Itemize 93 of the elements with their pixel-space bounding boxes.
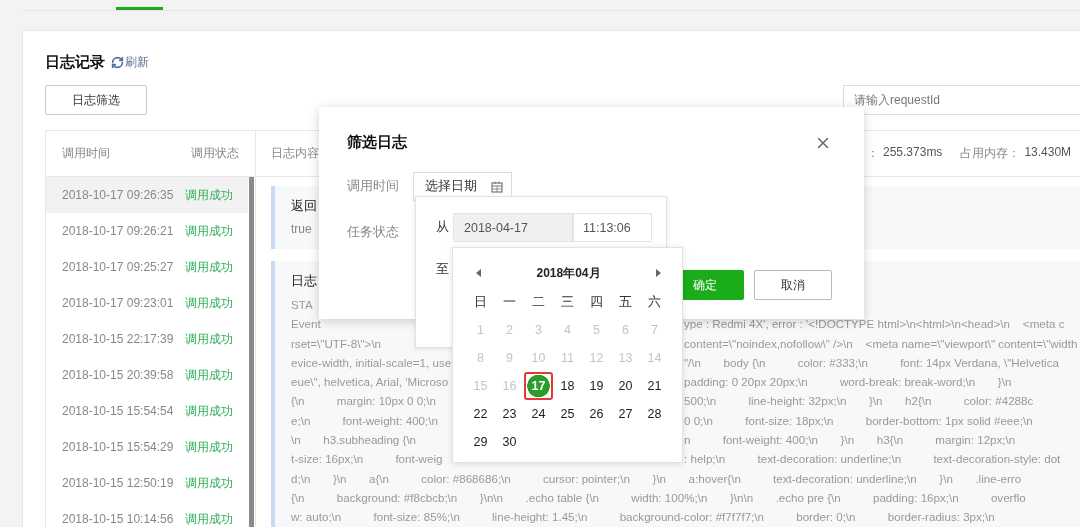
weekday-label: 六	[647, 293, 662, 311]
calendar-day[interactable]: 28	[640, 400, 669, 428]
calendar-day[interactable]: 24	[524, 400, 553, 428]
right-triangle-icon	[656, 269, 661, 277]
search-field[interactable]: 请输入requestId	[843, 85, 1080, 115]
call-time: 2018-10-15 15:54:54	[62, 404, 174, 418]
start-date-field[interactable]: 2018-04-17	[453, 213, 573, 242]
log-text: content=\"noindex,nofollow\" />\n <meta name=\"viewport\" content=\"width	[684, 335, 1078, 352]
column-header: 调用状态	[191, 145, 239, 162]
calendar-day[interactable]: 27	[611, 400, 640, 428]
stat-label: 占用内存：	[960, 145, 1021, 162]
call-status: 调用成功	[185, 294, 234, 312]
log-text: STA	[291, 297, 313, 313]
field-label: 任务状态	[347, 224, 400, 241]
stat-value: 13.430M	[1024, 145, 1072, 161]
stat-label: ：	[867, 145, 879, 162]
log-text: w: auto;\n font-size: 85%;\n line-height: 1.45;\n background-color: #f7f7f7;\n border: 0;\n border-radius: 3px;\n	[291, 509, 995, 526]
weekday-label: 四	[589, 293, 604, 311]
weekday-label: 三	[560, 293, 575, 311]
left-triangle-icon	[476, 269, 481, 277]
log-label: 日志	[291, 273, 317, 290]
column-header: 日志内容	[271, 145, 319, 162]
active-tab-indicator	[116, 7, 163, 10]
log-text: : help;\n text-decoration: underline;\n text-decoration-style: dot	[684, 451, 1061, 468]
log-text: Event	[291, 317, 321, 331]
call-time: 2018-10-15 20:39:58	[62, 368, 174, 382]
log-text: e;\n font-weight: 400;\n	[291, 413, 438, 427]
calendar-day[interactable]: 22	[466, 400, 495, 428]
scrollbar[interactable]	[249, 177, 254, 527]
call-time: 2018-10-17 09:26:35	[62, 188, 174, 202]
call-status: 调用成功	[185, 258, 234, 276]
stat-value: 255.373ms	[883, 145, 943, 161]
log-text: d;\n }\n a{\n color: #868686;\n cursor: pointer;\n }\n a:hover{\n text-decoration: underline;\n }\n .line-erro	[291, 470, 1022, 487]
calendar-day[interactable]: 20	[611, 372, 640, 400]
calendar-month: 2018年04月	[536, 264, 601, 282]
calendar-icon	[491, 180, 503, 193]
field-label: 调用时间	[347, 178, 400, 195]
call-time: 2018-10-15 15:54:29	[62, 440, 174, 454]
calendar-day[interactable]: 17	[524, 372, 553, 400]
call-status: 调用成功	[185, 474, 234, 492]
calendar-day[interactable]: 25	[553, 400, 582, 428]
result-value: true	[291, 221, 312, 238]
weekday-label: 二	[531, 293, 546, 311]
calendar-day[interactable]: 26	[582, 400, 611, 428]
filter-button[interactable]: 日志筛选	[45, 85, 147, 115]
dialog-title: 筛选日志	[347, 133, 407, 152]
to-label: 至	[436, 261, 450, 278]
weekday-label: 五	[618, 293, 633, 311]
refresh-link[interactable]: 刷新	[111, 53, 149, 71]
result-label: 返回	[291, 198, 317, 215]
call-status: 调用成功	[185, 438, 234, 456]
refresh-icon	[111, 55, 124, 69]
from-label: 从	[436, 219, 450, 236]
call-status: 调用成功	[185, 402, 234, 420]
log-text: "/\n body {\n color: #333;\n font: 14px Verdana, \"Helvetica	[684, 354, 1059, 371]
call-time: 2018-10-17 09:23:01	[62, 296, 174, 310]
log-text: eue\", helvetica, Arial, 'Microso	[291, 375, 449, 389]
calendar-day[interactable]: 23	[495, 400, 524, 428]
log-text: {\n margin: 10px 0 0;\n	[291, 394, 436, 408]
start-time-field[interactable]: 11:13:06	[573, 213, 652, 242]
call-status: 调用成功	[185, 186, 234, 204]
log-text: \n h3.subheading {\n	[291, 433, 417, 447]
log-text: t-size: 16px;\n font-weig	[291, 452, 443, 466]
call-status: 调用成功	[185, 330, 234, 348]
log-text: ype : Redmi 4X', error : '<!DOCTYPE html>\n<html>\n<head>\n <meta c	[684, 316, 1065, 333]
page-title: 日志记录	[45, 52, 105, 72]
log-text: rset=\"UTF-8\">\n	[291, 336, 382, 350]
cancel-button[interactable]: 取消	[754, 270, 832, 300]
call-status: 调用成功	[185, 222, 234, 240]
call-status: 调用成功	[185, 510, 234, 527]
call-status: 调用成功	[185, 366, 234, 384]
weekday-label: 一	[502, 293, 517, 311]
call-time: 2018-10-15 12:50:19	[62, 476, 174, 490]
weekday-label: 日	[473, 293, 488, 311]
call-time: 2018-10-17 09:26:21	[62, 224, 174, 238]
log-text: {\n background: #f8cbcb;\n }\n\n .echo table {\n width: 100%;\n }\n\n .echo pre {\n padding: 16px;\n overflo	[291, 489, 1026, 506]
prev-month-button[interactable]	[476, 269, 481, 277]
calendar-day[interactable]: 29	[466, 428, 495, 456]
column-header: 调用时间	[62, 145, 111, 162]
calendar-day[interactable]: 21	[640, 372, 669, 400]
calendar-day[interactable]: 19	[582, 372, 611, 400]
log-list-item[interactable]: 2018-10-17 09:26:35 调用成功	[46, 177, 248, 213]
calendar-day[interactable]: 18	[553, 372, 582, 400]
calendar-day[interactable]: 30	[495, 428, 524, 456]
log-text: evice-width, initial-scale=1, use	[291, 355, 452, 369]
log-text: 500;\n line-height: 32px;\n }\n h2{\n color: #4288c	[684, 393, 1034, 410]
log-text: 0 0;\n font-size: 18px;\n border-bottom: 1px solid #eee;\n	[684, 412, 1033, 429]
call-time: 2018-10-15 10:14:56	[62, 512, 174, 526]
call-time: 2018-10-17 09:25:27	[62, 260, 174, 274]
call-time: 2018-10-15 22:17:39	[62, 332, 174, 346]
next-month-button[interactable]	[656, 269, 661, 277]
log-text: padding: 0 20px 20px;\n word-break: break-word;\n }\n	[684, 374, 1012, 391]
log-text: n font-weight: 400;\n }\n h3{\n margin: 12px;\n	[684, 432, 1016, 449]
